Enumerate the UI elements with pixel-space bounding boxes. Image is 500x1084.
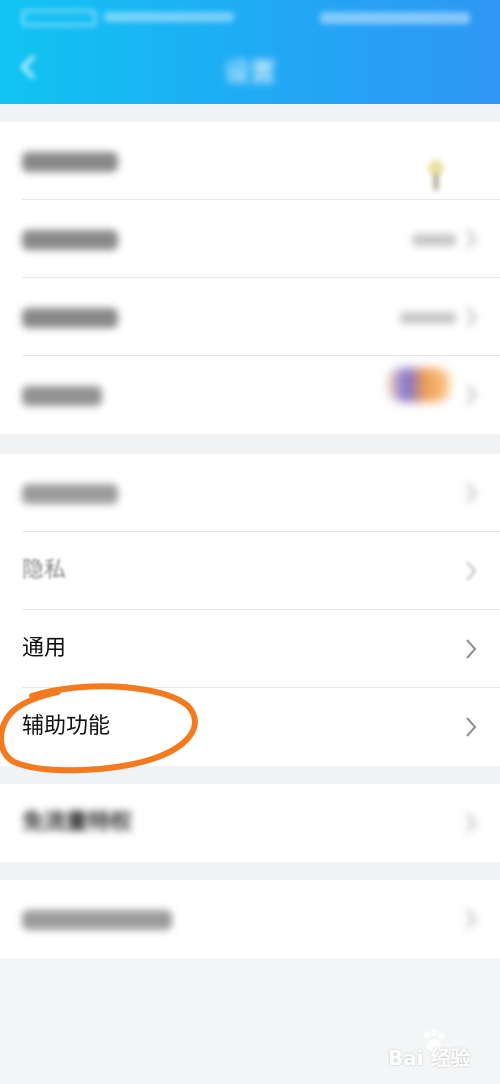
- settings-row-3[interactable]: [0, 278, 500, 356]
- watermark: Bai 经验: [388, 1028, 484, 1074]
- chevron-right-icon: [466, 813, 477, 833]
- section-gap: [0, 766, 500, 784]
- section-gap: [0, 434, 500, 454]
- settings-group-general: 隐私 通用 辅助功能: [0, 454, 500, 766]
- settings-row-label: 辅助功能: [22, 714, 111, 739]
- page-title: 设置: [223, 58, 276, 88]
- settings-row-accessibility[interactable]: 辅助功能: [0, 688, 500, 766]
- settings-group-data: 免流量特权: [0, 784, 500, 862]
- settings-row-2[interactable]: [0, 200, 500, 278]
- settings-row-value: [400, 312, 456, 324]
- network-speed: [104, 12, 234, 22]
- settings-row-free-data[interactable]: 免流量特权: [0, 784, 500, 862]
- settings-row-1[interactable]: [0, 122, 500, 200]
- chevron-right-icon: [466, 307, 477, 327]
- settings-row-label: 通用: [22, 636, 67, 661]
- chevron-right-icon: [466, 909, 477, 929]
- settings-row-label: [22, 152, 118, 172]
- settings-row-privacy[interactable]: 隐私: [0, 532, 500, 610]
- settings-row-label: 隐私: [22, 558, 67, 583]
- settings-row-label: [22, 308, 118, 328]
- settings-row-label: [22, 386, 102, 406]
- settings-row-notifications[interactable]: [0, 454, 500, 532]
- status-icons: [320, 12, 470, 24]
- chevron-right-icon: [466, 717, 477, 737]
- settings-list: 隐私 通用 辅助功能 免流量特权: [0, 104, 500, 958]
- status-bar: [0, 0, 500, 36]
- settings-row-label: [22, 910, 172, 930]
- lamp-thumbnail-icon: [428, 160, 444, 190]
- carrier-indicator: [22, 10, 96, 26]
- app-header: 设置: [0, 0, 500, 104]
- section-gap: [0, 104, 500, 122]
- settings-row-general[interactable]: 通用: [0, 610, 500, 688]
- settings-row-label: [22, 230, 118, 250]
- avatar: [388, 368, 450, 402]
- chevron-right-icon: [466, 385, 477, 405]
- chevron-right-icon: [466, 229, 477, 249]
- settings-row-label: 免流量特权: [22, 810, 133, 835]
- chevron-right-icon: [466, 561, 477, 581]
- settings-row-value: [412, 234, 456, 246]
- settings-row-label: [22, 484, 118, 504]
- chevron-right-icon: [466, 483, 477, 503]
- watermark-text: Bai 经验: [388, 1046, 471, 1070]
- chevron-right-icon: [466, 639, 477, 659]
- settings-row-about[interactable]: [0, 880, 500, 958]
- section-gap: [0, 862, 500, 880]
- settings-group-about: [0, 880, 500, 958]
